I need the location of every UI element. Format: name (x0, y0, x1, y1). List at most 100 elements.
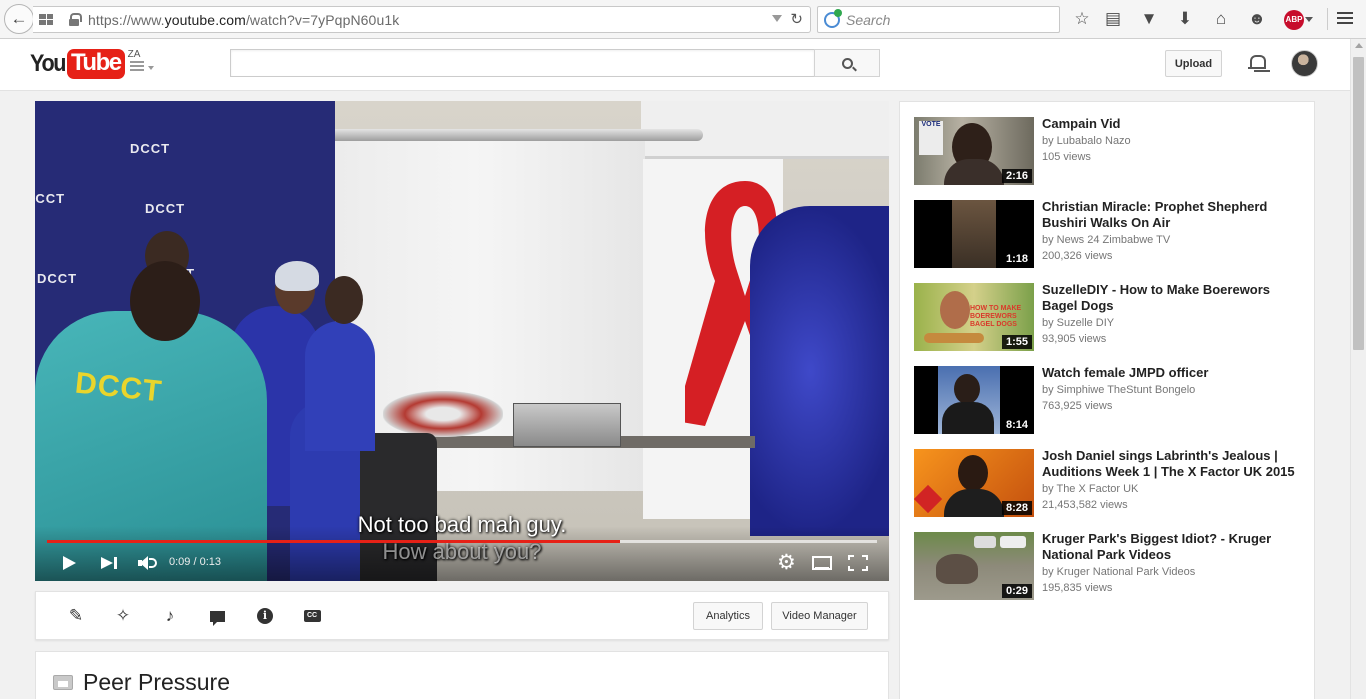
video-duration: 8:14 (1001, 418, 1032, 432)
guide-menu-icon[interactable] (130, 61, 144, 73)
url-text[interactable]: https://www.youtube.com/watch?v=7yPqpN60… (88, 12, 399, 28)
channel-name[interactable]: by News 24 Zimbabwe TV (1042, 234, 1170, 246)
channel-name[interactable]: by The X Factor UK (1042, 483, 1138, 495)
guide-caret-icon[interactable] (148, 66, 154, 70)
related-video-item[interactable]: 8:28 Josh Daniel sings Labrinth's Jealou… (914, 448, 1304, 519)
video-thumbnail[interactable]: 0:29 (914, 532, 1034, 600)
video-duration: 8:28 (1001, 501, 1032, 515)
progress-played (47, 540, 620, 543)
view-count: 200,326 views (1042, 250, 1113, 262)
channel-name[interactable]: by Suzelle DIY (1042, 317, 1114, 329)
reload-icon[interactable]: ↻ (790, 10, 803, 28)
volume-icon[interactable] (138, 556, 157, 570)
bookmark-star-icon[interactable]: ☆ (1071, 8, 1093, 30)
scroll-thumb[interactable] (1353, 57, 1364, 350)
back-arrow-icon: ← (10, 9, 28, 28)
video-thumbnail[interactable]: VOTE 2:16 (914, 117, 1034, 185)
settings-gear-icon[interactable]: ⚙ (777, 552, 796, 573)
adblock-dropdown-icon[interactable] (1305, 17, 1313, 22)
privacy-icon[interactable] (53, 675, 73, 690)
related-videos-sidebar: VOTE 2:16 Campain Vid by Lubabalo Nazo 1… (899, 101, 1315, 699)
video-title: Peer Pressure (83, 669, 231, 695)
channel-name[interactable]: by Simphiwe TheStunt Bongelo (1042, 384, 1195, 396)
video-thumbnail[interactable]: 8:14 (914, 366, 1034, 434)
video-title-link[interactable]: Watch female JMPD officer (1042, 365, 1302, 381)
next-icon[interactable] (101, 557, 119, 569)
video-title-link[interactable]: SuzelleDIY - How to Make Boerewors Bagel… (1042, 282, 1302, 314)
browser-search-placeholder: Search (846, 11, 891, 28)
video-player[interactable]: DCCT DCCT DCCT DCCT DCCT DCCT Not too ba… (35, 101, 889, 581)
video-duration: 1:18 (1001, 252, 1032, 266)
avatar[interactable] (1291, 50, 1318, 77)
scroll-up-icon[interactable] (1355, 43, 1363, 48)
info-icon[interactable]: i (255, 606, 275, 626)
thumbnail-text: VOTE (919, 121, 943, 155)
adblock-icon[interactable]: ABP (1284, 10, 1304, 30)
captions-icon[interactable]: CC (302, 606, 322, 626)
video-duration: 1:55 (1001, 335, 1032, 349)
progress-bar[interactable] (47, 540, 877, 543)
url-dropdown-icon[interactable] (772, 15, 782, 22)
youtube-logo[interactable]: You Tube ZA (30, 49, 140, 79)
video-manager-button[interactable]: Video Manager (771, 602, 868, 630)
video-title-link[interactable]: Christian Miracle: Prophet Shepherd Bush… (1042, 199, 1302, 231)
time-display: 0:09 / 0:13 (169, 556, 221, 568)
home-icon[interactable]: ⌂ (1210, 8, 1232, 30)
printer (513, 403, 621, 447)
notifications-bell-icon[interactable] (1248, 54, 1266, 72)
youtube-header: You Tube ZA Upload (0, 39, 1350, 91)
browser-search-input[interactable]: Search (817, 6, 1060, 33)
thumbnail-text: HOW TO MAKE BOEREWORS BAGEL DOGS (970, 305, 1022, 328)
video-title-link[interactable]: Josh Daniel sings Labrinth's Jealous | A… (1042, 448, 1302, 480)
video-thumbnail[interactable]: HOW TO MAKE BOEREWORS BAGEL DOGS 1:55 (914, 283, 1034, 351)
pocket-icon[interactable]: ▼ (1138, 8, 1160, 30)
view-count: 195,835 views (1042, 582, 1113, 594)
video-title-link[interactable]: Campain Vid (1042, 116, 1302, 132)
upload-button[interactable]: Upload (1165, 50, 1222, 77)
related-video-item[interactable]: 0:29 Kruger Park's Biggest Idiot? - Krug… (914, 531, 1304, 602)
browser-menu-icon[interactable] (1337, 12, 1353, 25)
video-thumbnail[interactable]: 1:18 (914, 200, 1034, 268)
lock-icon[interactable] (69, 13, 82, 26)
theater-mode-icon[interactable] (812, 556, 832, 570)
reading-list-icon[interactable]: ▤ (1102, 8, 1124, 30)
view-count: 763,925 views (1042, 400, 1113, 412)
magic-wand-icon[interactable]: ✧ (113, 606, 133, 626)
subtitle-line-1: Not too bad mah guy. (357, 512, 567, 537)
video-duration: 2:16 (1001, 169, 1032, 183)
search-icon (841, 57, 853, 69)
related-video-item[interactable]: HOW TO MAKE BOEREWORS BAGEL DOGS 1:55 Su… (914, 282, 1304, 353)
view-count: 105 views (1042, 151, 1091, 163)
annotation-icon[interactable] (207, 606, 227, 626)
toolbar-divider (1327, 8, 1328, 30)
channel-name[interactable]: by Kruger National Park Videos (1042, 566, 1195, 578)
video-info-card: Peer Pressure (35, 651, 889, 699)
related-video-item[interactable]: 1:18 Christian Miracle: Prophet Shepherd… (914, 199, 1304, 270)
related-video-item[interactable]: 8:14 Watch female JMPD officer by Simphi… (914, 365, 1304, 436)
tab-grid-icon[interactable] (39, 14, 53, 25)
video-title-link[interactable]: Kruger Park's Biggest Idiot? - Kruger Na… (1042, 531, 1302, 563)
view-count: 93,905 views (1042, 333, 1107, 345)
fullscreen-icon[interactable] (848, 555, 868, 571)
pencil-icon[interactable]: ✎ (66, 606, 86, 626)
related-video-item[interactable]: VOTE 2:16 Campain Vid by Lubabalo Nazo 1… (914, 116, 1304, 187)
youtube-search-input[interactable] (230, 49, 815, 77)
logo-you-text: You (30, 50, 66, 77)
logo-tube-text: Tube (67, 49, 125, 79)
analytics-button[interactable]: Analytics (693, 602, 763, 630)
country-code: ZA (127, 49, 141, 60)
back-button[interactable]: ← (4, 4, 34, 34)
download-icon[interactable]: ⬇ (1174, 8, 1196, 30)
play-icon[interactable] (63, 556, 76, 570)
channel-name[interactable]: by Lubabalo Nazo (1042, 135, 1131, 147)
hello-chat-icon[interactable]: ☻ (1246, 8, 1268, 30)
creator-bar: ✎ ✧ ♪ i CC Analytics Video Manager (35, 591, 889, 640)
address-bar[interactable]: https://www.youtube.com/watch?v=7yPqpN60… (33, 6, 811, 33)
video-frame: DCCT DCCT DCCT DCCT DCCT DCCT (35, 101, 889, 581)
music-note-icon[interactable]: ♪ (160, 606, 180, 626)
youtube-search-button[interactable] (814, 49, 880, 77)
video-thumbnail[interactable]: 8:28 (914, 449, 1034, 517)
search-engine-icon[interactable] (824, 8, 842, 28)
page-scrollbar[interactable] (1350, 39, 1366, 699)
view-count: 21,453,582 views (1042, 499, 1128, 511)
